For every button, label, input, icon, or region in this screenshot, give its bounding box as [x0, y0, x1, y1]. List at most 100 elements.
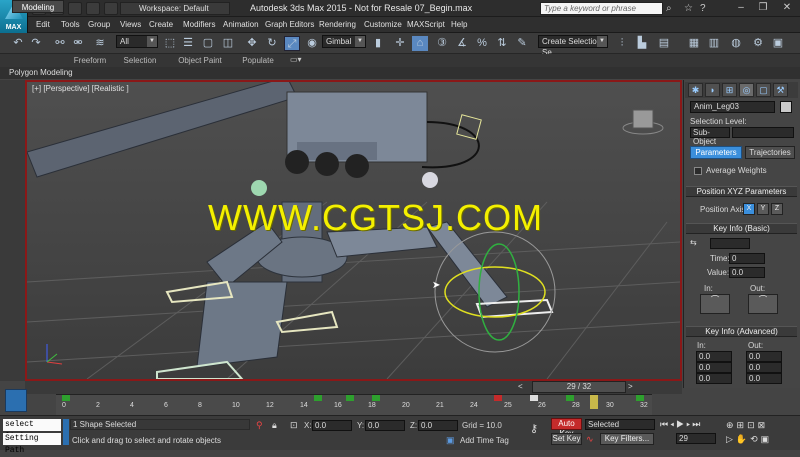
minimize-icon[interactable]: – [730, 1, 752, 15]
viewport-nav-controls-2[interactable]: ▷✋⟲▣ [726, 434, 772, 445]
polygon-modeling-label[interactable]: Polygon Modeling [9, 67, 73, 79]
adv-out-field-1[interactable]: 0.0 [746, 351, 782, 362]
axis-x-button[interactable]: X [743, 203, 755, 215]
key-marker[interactable] [314, 395, 322, 401]
isolate-icon[interactable]: ⚲ [256, 420, 263, 431]
add-time-tag-button[interactable]: Add Time Tag [460, 436, 509, 445]
current-frame-field[interactable]: 29 [676, 433, 716, 444]
key-marker[interactable] [566, 395, 574, 401]
undo-quick-button[interactable] [86, 2, 100, 15]
menu-group[interactable]: Group [88, 17, 110, 33]
adv-in-field-1[interactable]: 0.0 [696, 351, 732, 362]
maxscript-listener-line-2[interactable]: Setting Path [3, 433, 61, 455]
z-coordinate-field[interactable]: 0.0 [418, 420, 458, 431]
menu-create[interactable]: Create [149, 17, 173, 33]
menu-customize[interactable]: Customize [364, 17, 402, 33]
in-tangent-button[interactable]: ⌒ [700, 294, 730, 314]
binoculars-icon[interactable]: ⌕ [666, 3, 672, 14]
undo-icon[interactable]: ↶ [10, 36, 26, 51]
adv-in-field-2[interactable]: 0.0 [696, 362, 732, 373]
star-icon[interactable]: ☆ [684, 3, 693, 14]
align-icon[interactable]: ▙ [634, 36, 650, 51]
scale-icon[interactable]: ⤢ [284, 36, 300, 51]
slider-next-icon[interactable]: > [628, 382, 633, 391]
lock-selection-icon[interactable]: 🔒︎ [272, 420, 277, 431]
key-info-basic-rollout[interactable]: Key Info (Basic) [686, 223, 797, 234]
menu-animation[interactable]: Animation [223, 17, 259, 33]
schematic-view-icon[interactable]: ▥ [706, 36, 722, 51]
track-bar[interactable] [56, 394, 652, 415]
key-marker[interactable] [636, 395, 644, 401]
key-marker[interactable] [530, 395, 538, 401]
tab-freeform[interactable]: Freeform [70, 54, 110, 67]
adv-out-field-3[interactable]: 0.0 [746, 373, 782, 384]
trajectories-button[interactable]: Trajectories [745, 146, 795, 159]
menu-graph-editors[interactable]: Graph Editors [265, 17, 314, 33]
object-name-field[interactable]: Anim_Leg03 [690, 101, 775, 113]
absolute-mode-icon[interactable]: ⊡ [290, 420, 298, 431]
key-marker[interactable] [494, 395, 502, 401]
utilities-tab-icon[interactable]: ⚒ [773, 83, 788, 97]
maxscript-listener-line-1[interactable]: select $Anim [3, 419, 61, 441]
prev-next-key-icon[interactable]: ⇆ [690, 238, 697, 247]
axis-y-button[interactable]: Y [757, 203, 769, 215]
render-setup-icon[interactable]: ⚙ [750, 36, 766, 51]
adv-out-field-2[interactable]: 0.0 [746, 362, 782, 373]
percent-snap-icon[interactable]: % [474, 36, 490, 51]
auto-key-button[interactable]: Auto Key [551, 418, 582, 438]
mirror-icon[interactable]: ⫶ [614, 36, 630, 51]
window-crossing-icon[interactable]: ◫ [220, 36, 236, 51]
spinner-snap-icon[interactable]: ⇅ [494, 36, 510, 51]
playback-controls[interactable]: ⏮◂▶▸⏭ [660, 419, 702, 430]
time-field[interactable]: 0 [729, 253, 765, 264]
redo-icon[interactable]: ↷ [28, 36, 44, 51]
menu-modifiers[interactable]: Modifiers [183, 17, 215, 33]
modify-tab-icon[interactable]: ◗ [705, 83, 720, 97]
create-tab-icon[interactable]: ✱ [688, 83, 703, 97]
mini-curve-toggle-icon[interactable] [5, 389, 27, 412]
average-weights-checkbox[interactable] [694, 167, 702, 175]
time-slider-thumb[interactable]: 29 / 32 [532, 381, 626, 393]
value-field[interactable]: 0.0 [729, 267, 765, 278]
key-mode-dropdown[interactable]: Selected [585, 419, 655, 430]
material-editor-icon[interactable]: ◍ [728, 36, 744, 51]
display-tab-icon[interactable]: ▢ [756, 83, 771, 97]
tab-selection[interactable]: Selection [120, 54, 160, 67]
ref-coord-dropdown[interactable]: Gimbal ▼ [322, 35, 366, 48]
workspace-dropdown[interactable]: Workspace: Default [120, 2, 230, 15]
tangent-type-icon[interactable]: ∿ [586, 434, 594, 445]
unlink-icon[interactable]: ⚮ [70, 36, 86, 51]
key-filters-button[interactable]: Key Filters... [600, 433, 654, 445]
position-xyz-rollout[interactable]: Position XYZ Parameters [686, 186, 797, 197]
object-color-swatch[interactable] [780, 101, 792, 113]
rotate-icon[interactable]: ↻ [264, 36, 280, 51]
motion-tab-icon[interactable]: ◎ [739, 83, 754, 97]
hierarchy-tab-icon[interactable]: ⊞ [722, 83, 737, 97]
menu-rendering[interactable]: Rendering [319, 17, 356, 33]
close-icon[interactable]: ✕ [776, 1, 798, 15]
menu-tools[interactable]: Tools [61, 17, 80, 33]
bind-spacewarp-icon[interactable]: ≋ [92, 36, 108, 51]
menu-maxscript[interactable]: MAXScript [407, 17, 445, 33]
key-marker[interactable] [62, 395, 70, 401]
select-by-name-icon[interactable]: ☰ [180, 36, 196, 51]
select-object-icon[interactable]: ⬚ [162, 36, 178, 51]
select-manipulate-icon[interactable]: ✛ [392, 36, 408, 51]
out-tangent-button[interactable]: ⌒ [748, 294, 778, 314]
search-input[interactable]: Type a keyword or phrase [540, 2, 663, 15]
selection-filter-dropdown[interactable]: All ▼ [116, 35, 158, 48]
curve-editor-icon[interactable]: ▦ [686, 36, 702, 51]
listener-toggle[interactable] [63, 419, 69, 445]
adv-in-field-3[interactable]: 0.0 [696, 373, 732, 384]
ribbon-toggle-icon[interactable]: ▭▾ [290, 55, 302, 64]
render-frame-icon[interactable]: ▣ [770, 36, 786, 51]
tab-populate[interactable]: Populate [240, 54, 276, 67]
parameters-button[interactable]: Parameters [690, 146, 742, 159]
move-icon[interactable]: ✥ [244, 36, 260, 51]
axis-z-button[interactable]: Z [771, 203, 783, 215]
menu-help[interactable]: Help [451, 17, 467, 33]
slider-prev-icon[interactable]: < [518, 382, 523, 391]
key-icon[interactable]: ⚷ [530, 422, 538, 435]
viewport-nav-controls[interactable]: ⊕⊞⊡⊠ [726, 420, 768, 431]
rect-selection-icon[interactable]: ▢ [200, 36, 216, 51]
